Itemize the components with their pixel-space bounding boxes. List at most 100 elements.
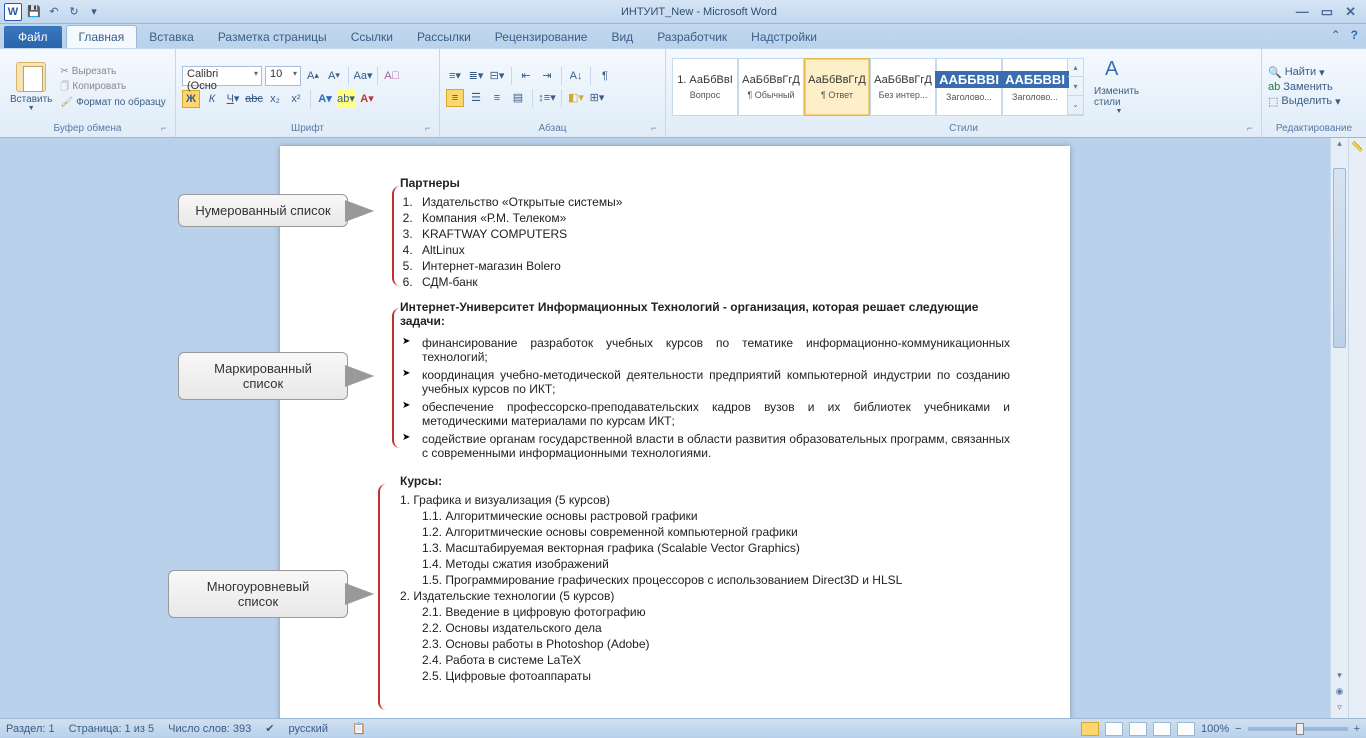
word-icon[interactable]: W [4, 3, 22, 21]
outline-view[interactable] [1153, 722, 1171, 736]
show-marks-icon[interactable]: ¶ [596, 67, 614, 85]
grow-font-icon[interactable]: A▴ [304, 67, 322, 85]
qat-dropdown-icon[interactable]: ▾ [86, 4, 102, 20]
increase-indent-icon[interactable]: ⇥ [538, 67, 556, 85]
format-painter-button[interactable]: Формат по образцу [60, 97, 165, 108]
scroll-up-icon[interactable]: ▴ [1331, 138, 1348, 154]
restore-icon[interactable]: ▭ [1321, 4, 1333, 20]
proofing-icon[interactable]: ✔ [265, 722, 274, 735]
zoom-slider[interactable] [1248, 727, 1348, 731]
numbering-icon[interactable]: ≣▾ [467, 67, 485, 85]
style-heading1[interactable]: ААББВВІЗаголово... [936, 58, 1002, 116]
prev-page-icon[interactable]: ◉ [1331, 686, 1348, 702]
tab-home[interactable]: Главная [66, 25, 138, 48]
line-spacing-icon[interactable]: ↕≡▾ [538, 89, 556, 107]
align-right-icon[interactable]: ≡ [488, 89, 506, 107]
replace-button[interactable]: abЗаменить [1268, 81, 1341, 93]
underline-button[interactable]: Ч▾ [224, 90, 242, 108]
minimize-ribbon-icon[interactable]: ⌃ [1331, 28, 1341, 42]
align-center-icon[interactable]: ☰ [467, 89, 485, 107]
cut-button[interactable]: Вырезать [60, 66, 165, 77]
style-vopros[interactable]: 1. АаБбВвІВопрос [672, 58, 738, 116]
bullets-icon[interactable]: ≡▾ [446, 67, 464, 85]
help-icon[interactable]: ? [1351, 28, 1358, 42]
scroll-down-icon[interactable]: ▾ [1331, 670, 1348, 686]
strikethrough-button[interactable]: abc [245, 90, 263, 108]
italic-button[interactable]: К [203, 90, 221, 108]
insert-mode-icon[interactable]: 📋 [352, 722, 366, 735]
multilevel-icon[interactable]: ⊟▾ [488, 67, 506, 85]
ruler-toggle-icon[interactable]: 📏 [1351, 142, 1363, 153]
sort-icon[interactable]: A↓ [567, 67, 585, 85]
status-lang[interactable]: русский [289, 723, 328, 735]
print-layout-view[interactable] [1081, 722, 1099, 736]
zoom-out-icon[interactable]: − [1235, 723, 1241, 735]
change-styles-button[interactable]: A Изменить стили ▼ [1090, 56, 1148, 117]
find-icon: 🔍 [1268, 66, 1282, 79]
text-effects-icon[interactable]: A▾ [316, 90, 334, 108]
gallery-expand[interactable]: ▴▾⌄ [1068, 58, 1084, 116]
status-words[interactable]: Число слов: 393 [168, 723, 251, 735]
brace-icon [378, 484, 390, 710]
tab-review[interactable]: Рецензирование [483, 26, 600, 48]
tab-layout[interactable]: Разметка страницы [206, 26, 339, 48]
shrink-font-icon[interactable]: A▾ [325, 67, 343, 85]
subscript-button[interactable]: x₂ [266, 90, 284, 108]
decrease-indent-icon[interactable]: ⇤ [517, 67, 535, 85]
redo-icon[interactable]: ↻ [66, 4, 82, 20]
shading-icon[interactable]: ◧▾ [567, 89, 585, 107]
quick-access: W 💾 ↶ ↻ ▾ [0, 3, 102, 21]
style-heading2[interactable]: ААББВВІЗаголово... [1002, 58, 1068, 116]
bold-button[interactable]: Ж [182, 90, 200, 108]
font-size-select[interactable]: 10 [265, 66, 301, 86]
zoom-in-icon[interactable]: + [1354, 723, 1360, 735]
undo-icon[interactable]: ↶ [46, 4, 62, 20]
list-item: финансирование разработок учебных курсов… [400, 334, 1010, 366]
next-page-icon[interactable]: ▿ [1331, 702, 1348, 718]
change-case-icon[interactable]: Aa▾ [354, 67, 372, 85]
tab-references[interactable]: Ссылки [339, 26, 405, 48]
style-normal[interactable]: АаБбВвГгД¶ Обычный [738, 58, 804, 116]
list-item: 2.3. Основы работы в Photoshop (Adobe) [400, 636, 1010, 652]
align-left-icon[interactable]: ≡ [446, 89, 464, 107]
status-section[interactable]: Раздел: 1 [6, 723, 55, 735]
list-item: KRAFTWAY COMPUTERS [416, 226, 1010, 242]
close-icon[interactable]: ✕ [1345, 4, 1356, 20]
style-otvet[interactable]: АаБбВвГгД¶ Ответ [804, 58, 870, 116]
window-title: ИНТУИТ_New - Microsoft Word [102, 6, 1296, 18]
select-button[interactable]: ⬚Выделить ▾ [1268, 95, 1341, 108]
borders-icon[interactable]: ⊞▾ [588, 89, 606, 107]
para-launcher-icon[interactable]: ⌐ [651, 123, 663, 135]
justify-icon[interactable]: ▤ [509, 89, 527, 107]
superscript-button[interactable]: x² [287, 90, 305, 108]
tab-view[interactable]: Вид [599, 26, 645, 48]
font-color-icon[interactable]: A▾ [358, 90, 376, 108]
highlight-icon[interactable]: ab▾ [337, 90, 355, 108]
clear-format-icon[interactable]: A⃠ [383, 67, 401, 85]
heading-courses: Курсы: [400, 474, 1010, 488]
copy-button[interactable]: Копировать [60, 79, 165, 95]
web-layout-view[interactable] [1129, 722, 1147, 736]
tab-insert[interactable]: Вставка [137, 26, 206, 48]
minimize-icon[interactable]: — [1296, 4, 1309, 20]
status-page[interactable]: Страница: 1 из 5 [69, 723, 155, 735]
file-tab[interactable]: Файл [4, 26, 62, 48]
tab-developer[interactable]: Разработчик [645, 26, 739, 48]
styles-launcher-icon[interactable]: ⌐ [1247, 123, 1259, 135]
fullscreen-view[interactable] [1105, 722, 1123, 736]
save-icon[interactable]: 💾 [26, 4, 42, 20]
clipboard-launcher-icon[interactable]: ⌐ [161, 123, 173, 135]
list-item: 2.2. Основы издательского дела [400, 620, 1010, 636]
font-launcher-icon[interactable]: ⌐ [425, 123, 437, 135]
scroll-thumb[interactable] [1333, 168, 1346, 348]
tab-mailings[interactable]: Рассылки [405, 26, 483, 48]
tab-addins[interactable]: Надстройки [739, 26, 829, 48]
document-area: Партнеры Издательство «Открытые системы»… [0, 138, 1366, 718]
zoom-level[interactable]: 100% [1201, 723, 1229, 735]
font-name-select[interactable]: Calibri (Осно [182, 66, 262, 86]
style-nospacing[interactable]: АаБбВвГгДБез интер... [870, 58, 936, 116]
draft-view[interactable] [1177, 722, 1195, 736]
find-button[interactable]: 🔍Найти ▾ [1268, 66, 1341, 79]
vertical-scrollbar[interactable]: ▴ ▾ ◉ ▿ [1330, 138, 1348, 718]
paste-button[interactable]: Вставить ▼ [6, 60, 56, 114]
